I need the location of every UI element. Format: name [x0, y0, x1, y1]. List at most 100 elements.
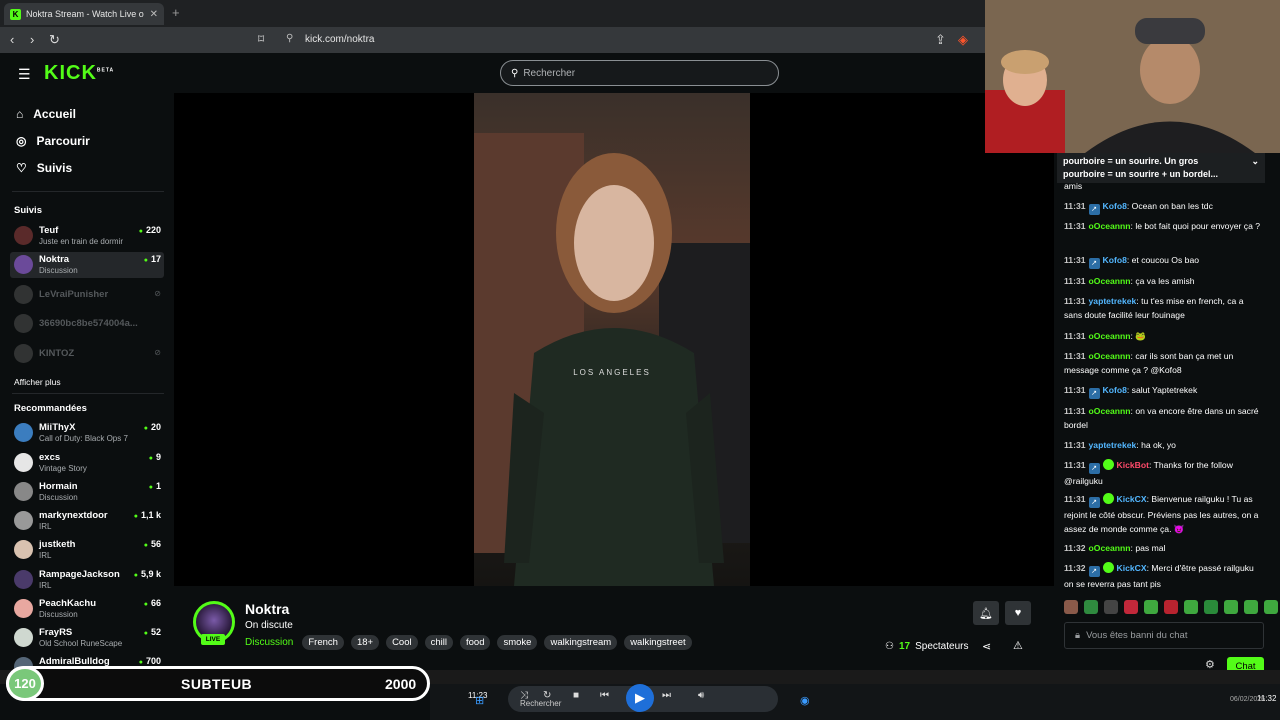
stop-icon[interactable]: ■ — [573, 690, 579, 701]
message-username[interactable]: oOceannn — [1089, 406, 1131, 416]
channel-name: excs — [39, 452, 61, 463]
search-input[interactable]: ⚲ Rechercher — [500, 60, 779, 86]
share-icon[interactable]: ⇪ — [935, 32, 946, 48]
stream-category[interactable]: Discussion — [245, 637, 293, 648]
channel-name: justketh — [39, 539, 76, 550]
tag-chip[interactable]: Cool — [386, 635, 418, 650]
emote-icon[interactable] — [1204, 600, 1218, 614]
message-username[interactable]: yaptetrekek — [1089, 440, 1137, 450]
chat-message: 11:31 ↗ Kofo8: salut Yaptetrekek — [1064, 385, 1198, 399]
sidebar-channel-frayrs[interactable]: FrayRS Old School RuneScape 52 — [14, 625, 164, 651]
emote-icon[interactable] — [1144, 600, 1158, 614]
tag-chip[interactable]: 18+ — [350, 635, 380, 650]
message-username[interactable]: oOceannn — [1089, 276, 1131, 286]
sidebar-channel-hormain[interactable]: Hormain Discussion 1 — [14, 479, 164, 505]
sidebar-channel-miithyx[interactable]: MiiThyX Call of Duty: Black Ops 7 20 — [14, 420, 164, 446]
message-text: et coucou Os bao — [1131, 255, 1200, 265]
channel-name: markynextdoor — [39, 510, 108, 521]
sidebar-channel-kintoz[interactable]: KINTOZ ⊘ — [14, 341, 164, 367]
streamer-name[interactable]: Noktra — [245, 601, 289, 617]
report-icon[interactable]: ⚠ — [1013, 639, 1023, 652]
url-field[interactable]: kick.com/noktra — [305, 34, 374, 45]
message-username[interactable]: KickCX — [1117, 563, 1147, 573]
emote-icon[interactable] — [1104, 600, 1118, 614]
notification-bell-button[interactable]: 🔔︎ — [973, 601, 999, 625]
chevron-down-icon[interactable]: ⌄ — [1251, 155, 1259, 168]
kick-logo[interactable]: KICKBETA — [44, 62, 114, 85]
nav-home[interactable]: ⌂ Accueil — [16, 107, 76, 121]
menu-icon[interactable]: ☰ — [18, 66, 31, 83]
sidebar-channel-teuf[interactable]: Teuf Juste en train de dormir 220 — [14, 223, 164, 249]
share-icon[interactable]: ⋖ — [982, 640, 991, 653]
emote-icon[interactable] — [1184, 600, 1198, 614]
sidebar-channel-markynextdoor[interactable]: markynextdoor IRL 1,1 k — [14, 508, 164, 534]
avatar — [14, 453, 33, 472]
avatar — [14, 511, 33, 530]
emote-icon[interactable] — [1164, 600, 1178, 614]
emote-icon[interactable] — [1124, 600, 1138, 614]
tag-chip[interactable]: walkingstream — [544, 635, 618, 650]
tab-title: Noktra Stream - Watch Live o — [26, 9, 144, 19]
emote-icon[interactable] — [1084, 600, 1098, 614]
message-username[interactable]: oOceannn — [1089, 221, 1131, 231]
windows-start-icon[interactable]: ⊞ — [475, 694, 484, 707]
tag-chip[interactable]: smoke — [497, 635, 538, 650]
emote-icon[interactable] — [1264, 600, 1278, 614]
sidebar-channel-36690[interactable]: 36690bc8be574004a... — [14, 311, 164, 337]
sidebar-channel-justketh[interactable]: justketh IRL 56 — [14, 537, 164, 563]
bookmark-icon[interactable]: ⌑ — [258, 32, 264, 46]
close-tab-icon[interactable]: ✕ — [150, 9, 158, 20]
logo-beta: BETA — [96, 67, 115, 74]
taskbar-search[interactable]: Rechercher — [520, 699, 561, 708]
new-tab-icon[interactable]: + — [172, 5, 180, 20]
emote-icon[interactable] — [1064, 600, 1078, 614]
browser-tab[interactable]: K Noktra Stream - Watch Live o ✕ — [4, 3, 164, 25]
sidebar-channel-peachkachu[interactable]: PeachKachu Discussion 66 — [14, 596, 164, 622]
site-info-icon[interactable]: ⚲ — [286, 33, 293, 44]
play-button[interactable]: ▶ — [626, 684, 654, 712]
emote-icon[interactable] — [1224, 600, 1238, 614]
viewer-count: 20 — [144, 422, 161, 432]
offline-icon: ⊘ — [154, 348, 161, 357]
sub-badge-icon: ↗ — [1088, 463, 1100, 474]
sidebar-channel-noktra[interactable]: Noktra Discussion 17 — [10, 252, 164, 278]
message-username[interactable]: KickCX — [1117, 494, 1147, 504]
users-icon: ⚇ — [885, 641, 894, 652]
recommended-title: Recommandées — [14, 403, 87, 414]
edge-icon[interactable]: ◉ — [800, 694, 810, 707]
chat-message: 11:31 oOceannn: car ils sont ban ça met u… — [1064, 351, 1234, 375]
forward-icon[interactable]: › — [30, 32, 34, 47]
sidebar-channel-rampagejackson[interactable]: RampageJackson IRL 5,9 k — [14, 567, 164, 593]
back-icon[interactable]: ‹ — [10, 32, 14, 47]
volume-icon[interactable]: 🔊︎ — [698, 690, 704, 701]
brave-shield-icon[interactable]: ◈ — [958, 32, 968, 48]
tag-chip[interactable]: French — [302, 635, 344, 650]
chat-message: 11:31 oOceannn: ça va les amish — [1064, 276, 1195, 286]
message-username[interactable]: Kofo8 — [1103, 201, 1127, 211]
emote-icon[interactable] — [1244, 600, 1258, 614]
message-username[interactable]: oOceannn — [1089, 351, 1131, 361]
message-username[interactable]: yaptetrekek — [1089, 296, 1137, 306]
message-username[interactable]: Kofo8 — [1103, 255, 1127, 265]
message-username[interactable]: KickBot — [1117, 460, 1149, 470]
tag-chip[interactable]: walkingstreet — [624, 635, 692, 650]
channel-name: RampageJackson — [39, 569, 120, 580]
next-icon[interactable]: ⏭ — [662, 690, 671, 701]
message-time: 11:31 — [1064, 296, 1086, 306]
nav-following[interactable]: ♡ Suivis — [16, 161, 72, 175]
reload-icon[interactable]: ↻ — [49, 32, 60, 48]
tag-chip[interactable]: food — [459, 635, 491, 650]
show-more-link[interactable]: Afficher plus — [14, 377, 61, 387]
sidebar-channel-excs[interactable]: excs Vintage Story 9 — [14, 450, 164, 476]
channel-category: Vintage Story — [39, 464, 87, 473]
previous-icon[interactable]: ⏮ — [600, 690, 609, 701]
sidebar-channel-levraipunisher[interactable]: LeVraiPunisher ⊘ — [14, 282, 164, 308]
message-username[interactable]: oOceannn — [1089, 331, 1131, 341]
message-username[interactable]: oOceannn — [1089, 543, 1131, 553]
follow-button[interactable]: ♥ — [1005, 601, 1031, 625]
message-username[interactable]: Kofo8 — [1103, 385, 1127, 395]
viewer-number: 17 — [898, 641, 911, 652]
nav-browse[interactable]: ◎ Parcourir — [16, 134, 90, 148]
tag-chip[interactable]: chill — [424, 635, 453, 650]
video-frame[interactable]: LOS ANGELES — [474, 93, 750, 586]
